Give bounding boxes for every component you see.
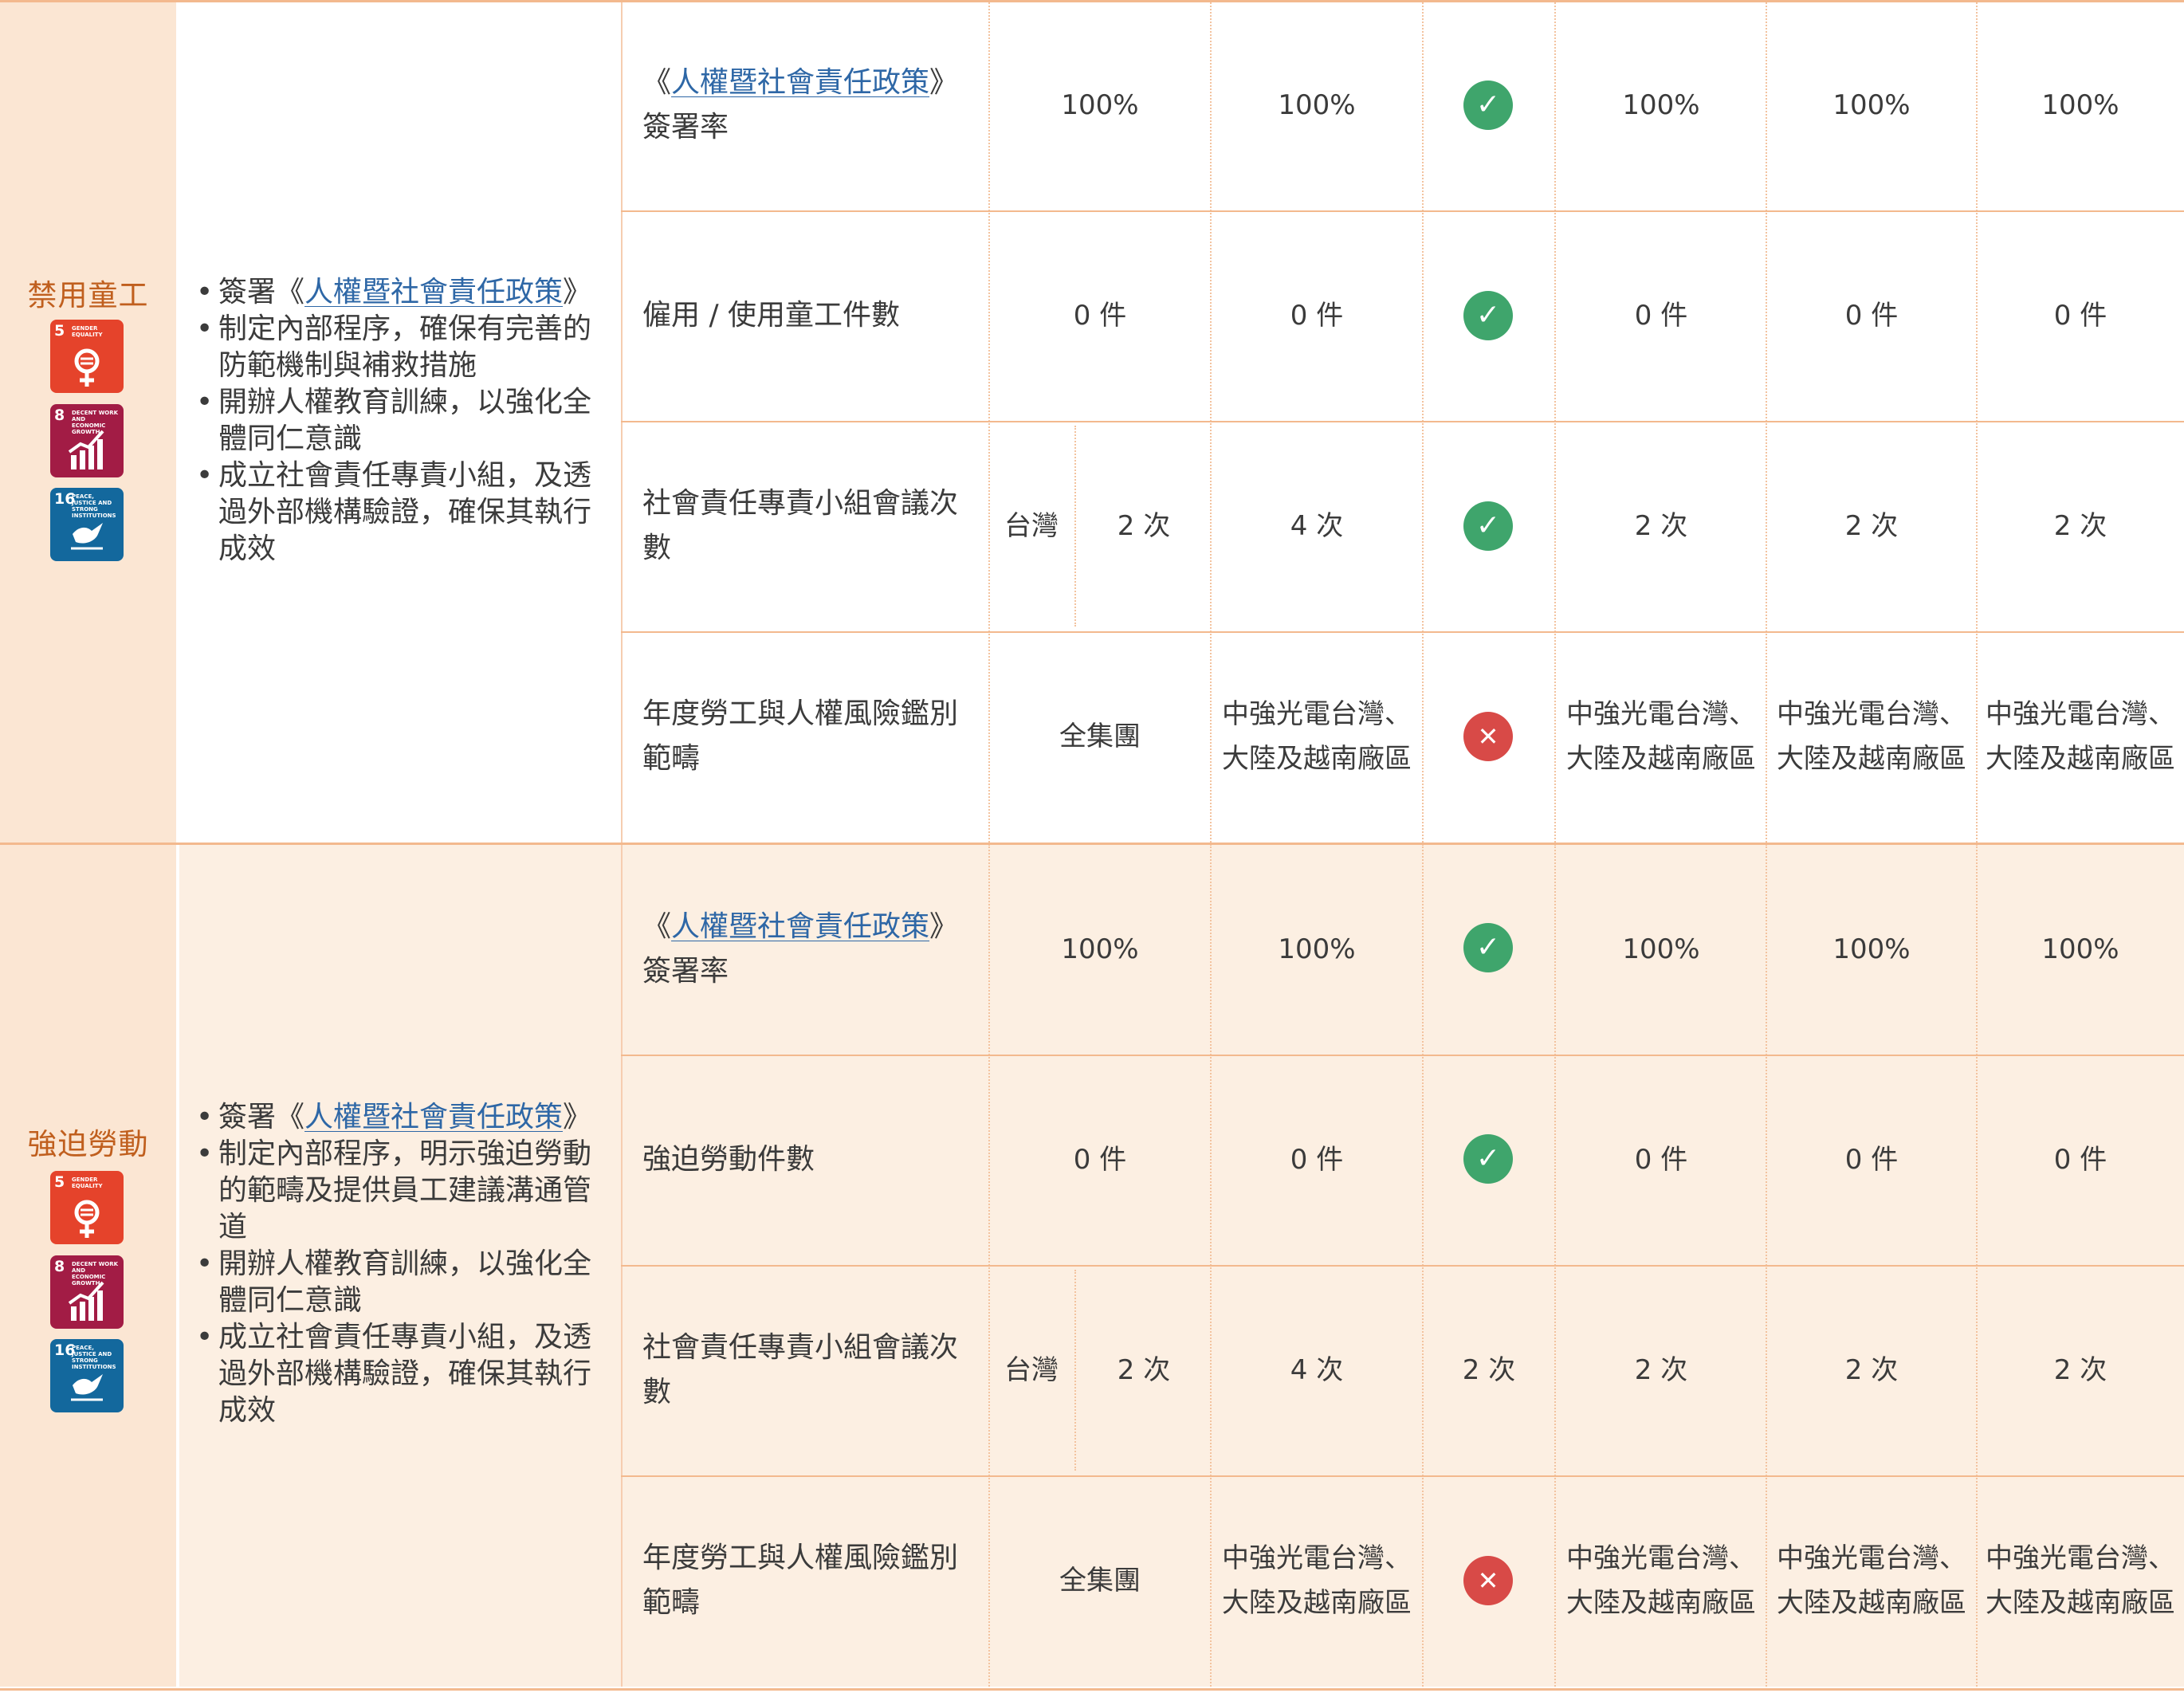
gender-equality-icon	[74, 1200, 100, 1238]
human-rights-table: 禁用童工 5 GENDER EQUALITY 8 DECENT WORK AND…	[0, 0, 2184, 1693]
sdg-8-badge: 8 DECENT WORK AND ECONOMIC GROWTH	[50, 404, 124, 477]
indicator-label: 強迫勞動件數	[642, 1143, 815, 1176]
indicator-label: 社會責任專責小組會議次數	[642, 1331, 959, 1408]
policy-link[interactable]: 人權暨社會責任政策	[671, 910, 929, 943]
gender-equality-icon	[74, 348, 100, 387]
value-cell: 中強光電台灣、大陸及越南廠區	[1986, 1542, 2175, 1619]
list-item: 開辦人權教育訓練，以強化全體同仁意識	[196, 384, 603, 458]
indicator-label: 《人權暨社會責任政策》 簽署率	[642, 910, 959, 988]
action-list: 簽署《人權暨社會責任政策》 制定內部程序，明示強迫勞動的範疇及提供員工建議溝通管…	[196, 1099, 603, 1429]
policy-link[interactable]: 人權暨社會責任政策	[304, 276, 563, 308]
check-icon: ✓	[1463, 1134, 1513, 1184]
value-cell: 中強光電台灣、大陸及越南廠區	[1566, 1542, 1756, 1619]
check-icon: ✓	[1463, 501, 1513, 551]
list-item: 簽署《人權暨社會責任政策》	[196, 274, 603, 311]
policy-link[interactable]: 人權暨社會責任政策	[304, 1101, 563, 1133]
value-cell: 100%	[2041, 933, 2119, 965]
value-cell: 全集團	[1059, 721, 1141, 752]
sdg-5-badge: 5 GENDER EQUALITY	[50, 1171, 124, 1244]
action-list: 簽署《人權暨社會責任政策》 制定內部程序，確保有完善的防範機制與補救措施 開辦人…	[196, 274, 603, 568]
topic-title: 強迫勞動	[27, 1127, 149, 1161]
value-cell: 100%	[1061, 89, 1139, 121]
topic-title: 禁用童工	[27, 278, 149, 312]
value-cell: 0 件	[1634, 300, 1688, 332]
value-cell: 0 件	[1290, 1144, 1344, 1176]
list-item: 成立社會責任專責小組，及透過外部機構驗證，確保其執行成效	[196, 458, 603, 568]
list-item: 制定內部程序，明示強迫勞動的範疇及提供員工建議溝通管道	[196, 1136, 603, 1246]
section-forced-labor: 強迫勞動 5 GENDER EQUALITY 8 DECENT WORK AND…	[0, 844, 2184, 1687]
value-cell: 2 次	[2053, 510, 2107, 542]
sdg-8-badge: 8 DECENT WORK AND ECONOMIC GROWTH	[50, 1255, 124, 1329]
value-cell: 100%	[1832, 933, 1911, 965]
value-cell: 2 次	[1634, 510, 1688, 542]
region-cell: 台灣	[1004, 1354, 1059, 1386]
value-cell: 2 次	[1117, 510, 1171, 542]
value-cell: 中強光電台灣、大陸及越南廠區	[1222, 1542, 1412, 1619]
sdg-16-badge: 16 PEACE, JUSTICE AND STRONG INSTITUTION…	[50, 1339, 124, 1412]
list-item: 開辦人權教育訓練，以強化全體同仁意識	[196, 1246, 603, 1319]
value-cell: 100%	[1278, 933, 1356, 965]
value-cell: 100%	[1622, 89, 1700, 121]
value-cell: 中強光電台灣、大陸及越南廠區	[1777, 1542, 1966, 1619]
value-cell: 2 次	[1117, 1354, 1171, 1386]
value-cell: 0 件	[1844, 300, 1899, 332]
value-cell: 全集團	[1059, 1565, 1141, 1597]
value-cell: 100%	[1832, 89, 1911, 121]
value-cell: 100%	[1622, 933, 1700, 965]
dove-icon	[71, 1374, 103, 1401]
sdg-16-badge: 16 PEACE, JUSTICE AND STRONG INSTITUTION…	[50, 488, 124, 561]
cross-icon: ✕	[1463, 1556, 1513, 1605]
check-icon: ✓	[1463, 81, 1513, 130]
value-cell: 100%	[1278, 89, 1356, 121]
indicator-label: 社會責任專責小組會議次數	[642, 487, 959, 564]
region-cell: 台灣	[1004, 510, 1059, 542]
sdg-5-badge: 5 GENDER EQUALITY	[50, 320, 124, 393]
check-icon: ✓	[1463, 291, 1513, 340]
indicator-label: 年度勞工與人權風險鑑別範疇	[642, 697, 959, 775]
list-item: 簽署《人權暨社會責任政策》	[196, 1099, 603, 1136]
value-cell: 4 次	[1290, 510, 1344, 542]
check-icon: ✓	[1463, 923, 1513, 972]
status-cell: 2 次	[1462, 1354, 1516, 1386]
value-cell: 中強光電台灣、大陸及越南廠區	[1986, 698, 2175, 775]
list-item: 成立社會責任專責小組，及透過外部機構驗證，確保其執行成效	[196, 1319, 603, 1429]
value-cell: 中強光電台灣、大陸及越南廠區	[1566, 698, 1756, 775]
value-cell: 中強光電台灣、大陸及越南廠區	[1777, 698, 1966, 775]
growth-chart-icon	[68, 430, 104, 469]
value-cell: 中強光電台灣、大陸及越南廠區	[1222, 698, 1412, 775]
value-cell: 0 件	[1073, 1144, 1127, 1176]
value-cell: 2 次	[1844, 1354, 1899, 1386]
value-cell: 0 件	[2053, 1144, 2107, 1176]
list-item: 制定內部程序，確保有完善的防範機制與補救措施	[196, 311, 603, 384]
dove-icon	[71, 523, 103, 550]
value-cell: 2 次	[2053, 1354, 2107, 1386]
value-cell: 4 次	[1290, 1354, 1344, 1386]
growth-chart-icon	[68, 1281, 104, 1321]
value-cell: 2 次	[1634, 1354, 1688, 1386]
value-cell: 0 件	[1073, 300, 1127, 332]
cross-icon: ✕	[1463, 712, 1513, 761]
indicator-label: 僱用 / 使用童工件數	[642, 299, 901, 332]
value-cell: 100%	[1061, 933, 1139, 965]
value-cell: 2 次	[1844, 510, 1899, 542]
value-cell: 0 件	[2053, 300, 2107, 332]
policy-link[interactable]: 人權暨社會責任政策	[671, 66, 929, 99]
indicator-label: 《人權暨社會責任政策》 簽署率	[642, 66, 959, 143]
value-cell: 100%	[2041, 89, 2119, 121]
value-cell: 0 件	[1290, 300, 1344, 332]
indicator-label: 年度勞工與人權風險鑑別範疇	[642, 1542, 959, 1619]
value-cell: 0 件	[1634, 1144, 1688, 1176]
section-child-labor: 禁用童工 5 GENDER EQUALITY 8 DECENT WORK AND…	[0, 0, 2184, 843]
value-cell: 0 件	[1844, 1144, 1899, 1176]
